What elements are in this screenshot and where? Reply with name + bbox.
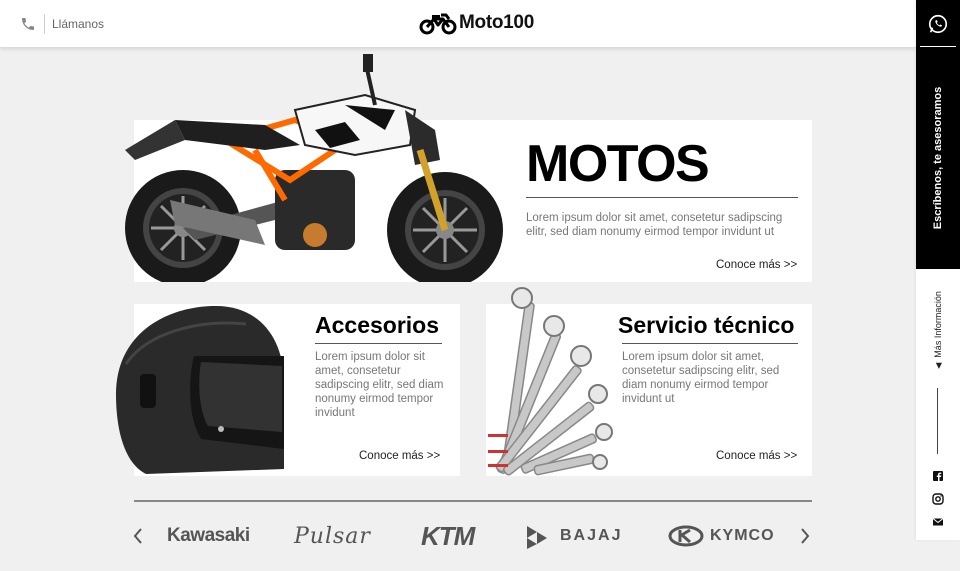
motorcycle-image: [125, 54, 503, 282]
brand-ktm[interactable]: KTM: [421, 521, 475, 551]
accesorios-description: Lorem ipsum dolor sit amet, consetetur s…: [315, 351, 444, 419]
contact-cta-text[interactable]: Escríbenos, te asesoramos: [932, 87, 944, 229]
more-info-link[interactable]: ◀ Más Información: [933, 291, 943, 369]
servicio-more-link[interactable]: Conoce más >>: [716, 450, 797, 462]
servicio-description: Lorem ipsum dolor sit amet, consetetur s…: [622, 351, 780, 405]
brand-pulsar[interactable]: Pulsar: [294, 521, 371, 551]
motos-description: Lorem ipsum dolor sit amet, consetetur s…: [526, 212, 783, 238]
brand-logo[interactable]: Moto100: [419, 11, 534, 35]
brand-bajaj-label: BAJAJ: [560, 527, 623, 544]
phone-icon: [22, 18, 34, 30]
divider: [44, 14, 45, 34]
triangle-icon: ◀: [933, 362, 943, 369]
accesorios-more-link[interactable]: Conoce más >>: [359, 450, 440, 462]
divider: [937, 388, 938, 454]
email-icon[interactable]: [932, 516, 944, 528]
helmet-image: [116, 306, 284, 474]
brand-bajaj[interactable]: BAJAJ: [524, 521, 622, 551]
call-link[interactable]: Llámanos: [20, 14, 104, 34]
motos-title: MOTOS: [526, 135, 710, 193]
title-underline: [526, 197, 798, 198]
whatsapp-icon[interactable]: [927, 13, 949, 35]
top-header: Llámanos Moto100: [0, 0, 916, 47]
contact-panel[interactable]: Escríbenos, te asesoramos: [916, 0, 960, 269]
brands-divider: [134, 500, 812, 502]
title-underline: [315, 343, 442, 344]
bajaj-logo-icon: [527, 526, 547, 549]
chevron-right-icon[interactable]: [799, 527, 811, 545]
accesorios-title: Accesorios: [315, 312, 440, 338]
motos-more-link[interactable]: Conoce más >>: [716, 259, 797, 271]
instagram-icon[interactable]: [932, 493, 944, 505]
brand-kymco[interactable]: KYMCO: [668, 521, 775, 551]
divider: [920, 46, 956, 47]
right-sidebar: Escríbenos, te asesoramos ◀ Más Informac…: [916, 0, 960, 540]
kymco-logo-icon: [668, 525, 704, 547]
wrenches-image: [488, 287, 613, 476]
motorcycle-logo-icon: [419, 13, 457, 35]
title-underline: [622, 343, 798, 344]
chevron-left-icon[interactable]: [132, 527, 144, 545]
servicio-title: Servicio técnico: [618, 312, 795, 338]
brand-kawasaki[interactable]: Kawasaki: [167, 521, 250, 551]
brand-kymco-label: KYMCO: [710, 527, 775, 544]
facebook-icon[interactable]: [932, 470, 944, 482]
brand-name: Moto100: [459, 12, 534, 33]
call-label: Llámanos: [52, 17, 105, 31]
more-info-label: Más Información: [933, 291, 943, 358]
